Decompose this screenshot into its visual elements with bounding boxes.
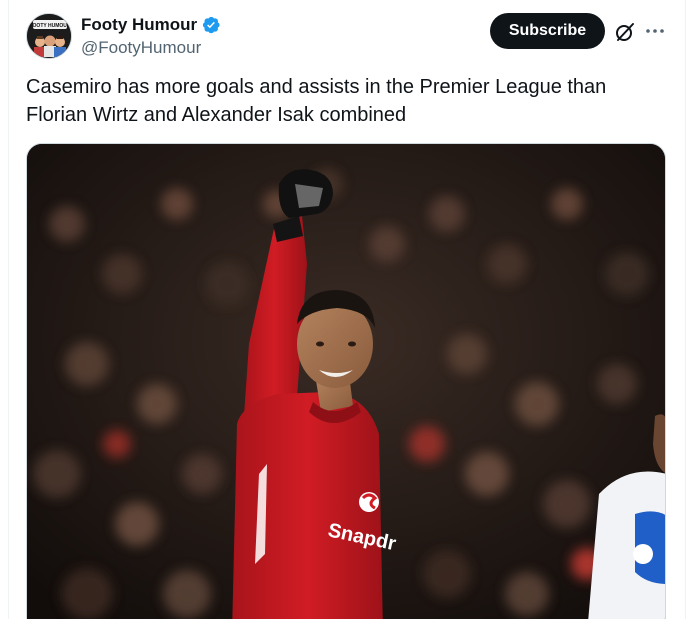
- tweet-text: Casemiro has more goals and assists in t…: [26, 76, 607, 126]
- tweet-page: FOOTY HUMOUR Footy Humour @FootyHumour S…: [0, 0, 700, 619]
- author-handle[interactable]: @FootyHumour: [81, 38, 201, 58]
- avatar-logo-text: FOOTY HUMOUR: [29, 23, 70, 29]
- author-display-name[interactable]: Footy Humour: [81, 14, 197, 36]
- verified-badge-icon: [201, 15, 221, 35]
- author-avatar[interactable]: FOOTY HUMOUR: [26, 13, 72, 59]
- subscribe-button[interactable]: Subscribe: [490, 13, 605, 49]
- author-name-row: Footy Humour: [81, 14, 221, 36]
- tweet-media-image[interactable]: Snapdr: [26, 143, 666, 619]
- more-options-icon[interactable]: [644, 20, 666, 42]
- grok-icon[interactable]: [614, 21, 636, 43]
